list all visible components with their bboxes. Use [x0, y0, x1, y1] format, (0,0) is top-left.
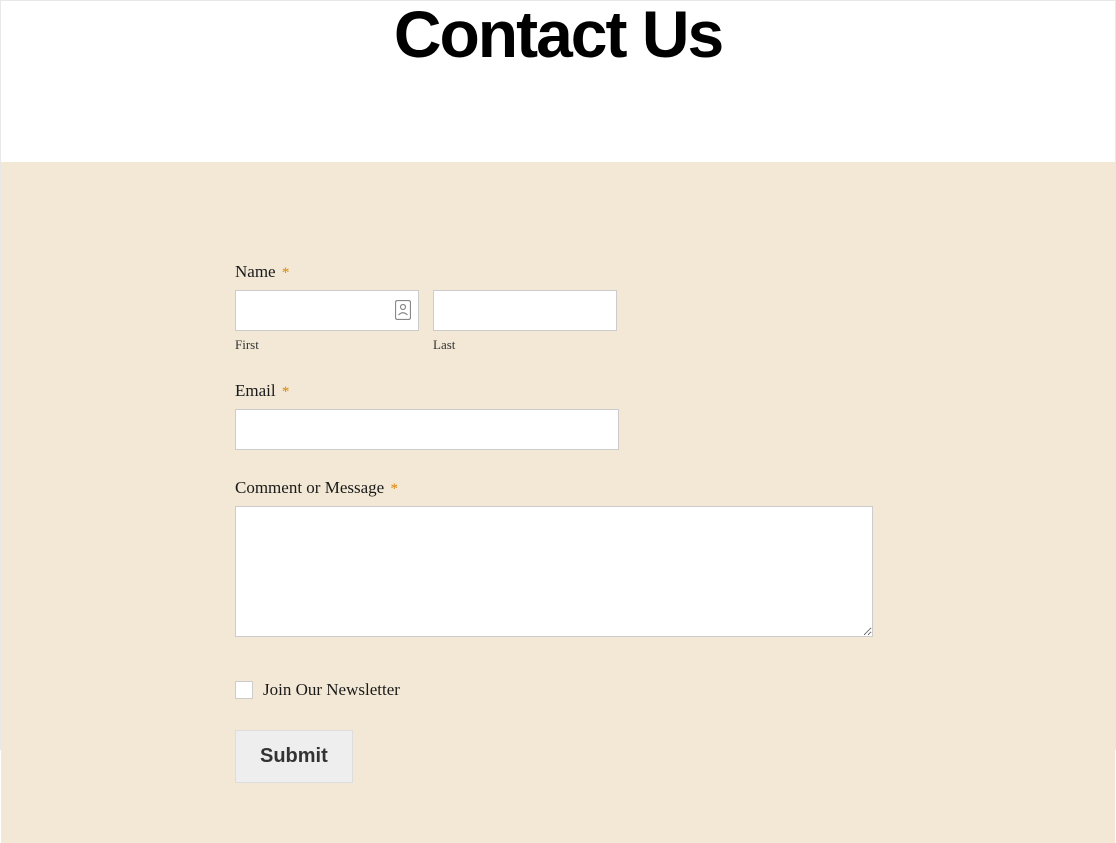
- form-section: Name * First Las: [1, 162, 1115, 843]
- name-label: Name *: [235, 262, 873, 282]
- email-label: Email *: [235, 381, 873, 401]
- submit-button[interactable]: Submit: [235, 730, 353, 783]
- name-row: First Last: [235, 290, 873, 353]
- name-label-text: Name: [235, 262, 276, 281]
- contact-form: Name * First Las: [235, 262, 873, 783]
- newsletter-row: Join Our Newsletter: [235, 680, 873, 700]
- required-mark: *: [282, 384, 290, 400]
- first-name-column: First: [235, 290, 419, 353]
- autofill-contact-icon: [395, 300, 411, 320]
- first-name-input[interactable]: [235, 290, 419, 331]
- required-mark: *: [282, 265, 290, 281]
- email-input[interactable]: [235, 409, 619, 450]
- last-name-input[interactable]: [433, 290, 617, 331]
- first-name-sublabel: First: [235, 337, 419, 353]
- email-label-text: Email: [235, 381, 276, 400]
- comment-textarea[interactable]: [235, 506, 873, 637]
- name-field-group: Name * First Las: [235, 262, 873, 353]
- comment-field-group: Comment or Message *: [235, 478, 873, 642]
- last-name-column: Last: [433, 290, 617, 353]
- newsletter-checkbox[interactable]: [235, 681, 253, 699]
- comment-label-text: Comment or Message: [235, 478, 384, 497]
- newsletter-label: Join Our Newsletter: [263, 680, 400, 700]
- page-title: Contact Us: [1, 1, 1115, 67]
- required-mark: *: [390, 481, 398, 497]
- header-section: Contact Us: [1, 1, 1115, 162]
- comment-label: Comment or Message *: [235, 478, 873, 498]
- email-field-group: Email *: [235, 381, 873, 450]
- last-name-sublabel: Last: [433, 337, 617, 353]
